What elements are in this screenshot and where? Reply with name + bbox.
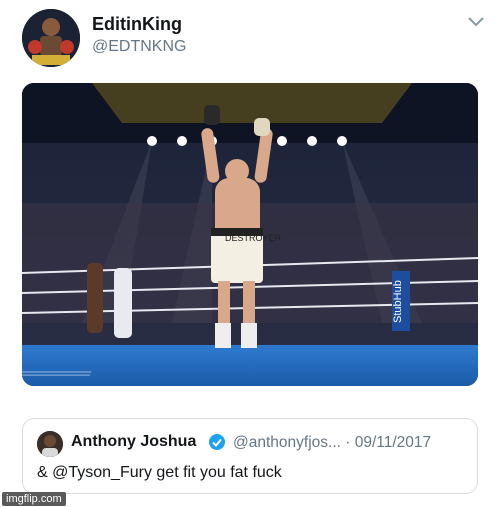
tweet-header: EditinKing @EDTNKNG	[0, 0, 500, 78]
user-handle[interactable]: @EDTNKNG	[92, 38, 186, 56]
display-name[interactable]: EditinKing	[92, 14, 182, 35]
imgflip-watermark: imgflip.com	[2, 492, 66, 506]
quoted-avatar-icon[interactable]	[37, 431, 63, 457]
tweet-media-photo[interactable]: StubHub DESTROYER ═══════	[22, 83, 478, 386]
ring-post-ad: StubHub	[392, 280, 404, 323]
svg-text:═══════: ═══════	[22, 363, 95, 383]
verified-badge-icon	[208, 433, 226, 451]
shorts-text: DESTROYER	[225, 233, 282, 243]
chevron-down-icon[interactable]	[466, 14, 486, 28]
boxing-avatar-icon[interactable]	[22, 9, 80, 67]
quoted-handle-date: @anthonyfjos... · 09/11/2017	[233, 434, 432, 451]
quoted-tweet[interactable]: Anthony Joshua @anthonyfjos... · 09/11/2…	[22, 418, 478, 494]
quoted-display-name[interactable]: Anthony Joshua	[71, 433, 196, 451]
quoted-tweet-text: & @Tyson_Fury get fit you fat fuck	[37, 464, 282, 481]
